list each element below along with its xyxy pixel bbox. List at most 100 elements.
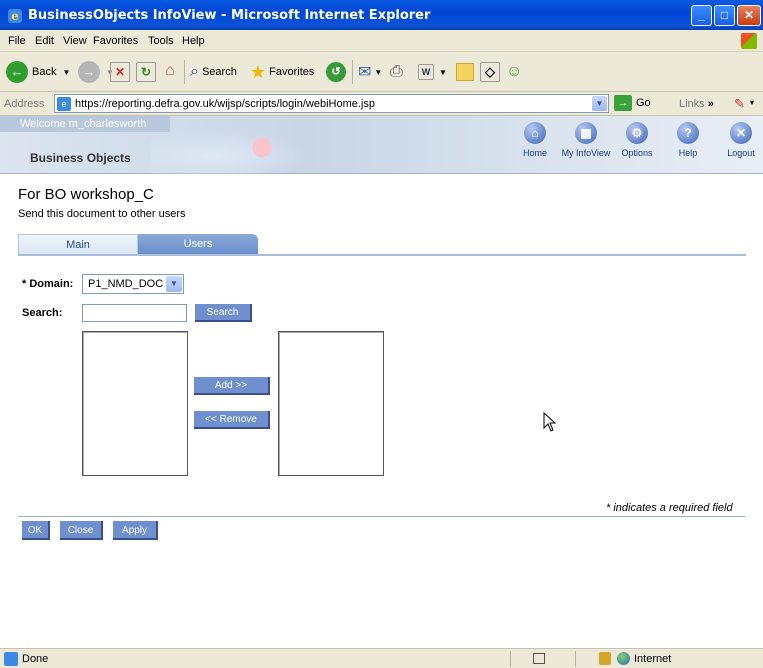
messenger-button[interactable]: ☺ [506, 60, 522, 84]
address-bar: Address e https://reporting.defra.gov.uk… [0, 92, 763, 116]
menu-favorites[interactable]: Favorites [93, 35, 138, 47]
status-cell [575, 651, 595, 667]
page-icon [4, 652, 18, 666]
links-toolbar[interactable]: Links » [679, 98, 714, 110]
header-decoration [150, 130, 310, 174]
history-icon: ↺ [326, 62, 346, 82]
add-button[interactable]: Add >> [194, 377, 270, 395]
panel-icon [533, 653, 545, 664]
chevron-down-icon: ▼ [374, 67, 383, 77]
page-subtitle: Send this document to other users [18, 208, 186, 220]
infoview-icon: ▦ [575, 122, 597, 144]
go-arrow-icon: → [614, 95, 632, 111]
domain-select[interactable]: P1_NMD_DOC ▼ [82, 274, 184, 294]
tab-main[interactable]: Main [18, 234, 138, 254]
remove-button[interactable]: << Remove [194, 411, 270, 429]
print-button[interactable]: ⎙ [390, 60, 403, 84]
divider [18, 516, 746, 517]
address-url: https://reporting.defra.gov.uk/wijsp/scr… [75, 98, 375, 110]
window-title: BusinessObjects InfoView - Microsoft Int… [28, 8, 431, 23]
refresh-icon: ↻ [136, 62, 156, 82]
stop-icon: ✕ [110, 62, 130, 82]
chevron-down-icon[interactable]: ▼ [592, 96, 607, 111]
mail-button[interactable]: ✉ ▼ [358, 60, 382, 84]
nav-help[interactable]: ? Help [663, 122, 713, 158]
note-icon [456, 63, 474, 81]
menu-edit[interactable]: Edit [35, 35, 54, 47]
chevron-down-icon: ▼ [62, 67, 71, 77]
bo-header: Welcome m_charlesworth Business Objects … [0, 116, 763, 174]
lock-icon [599, 652, 611, 665]
required-note: * indicates a required field [606, 502, 733, 514]
nav-options[interactable]: ⚙ Options [612, 122, 662, 158]
menu-view[interactable]: View [63, 35, 87, 47]
menu-tools[interactable]: Tools [148, 35, 174, 47]
address-input[interactable]: e https://reporting.defra.gov.uk/wijsp/s… [54, 94, 609, 113]
back-arrow-icon: ← [6, 61, 28, 83]
word-icon: W [418, 64, 434, 80]
tab-bar: Main Users [18, 234, 746, 256]
address-label: Address [4, 98, 45, 110]
stop-button[interactable]: ✕ [110, 60, 130, 84]
globe-icon [617, 652, 630, 665]
favorites-button[interactable]: ★ Favorites [250, 60, 314, 84]
minimize-button[interactable]: _ [691, 5, 712, 26]
selected-users-list[interactable] [278, 331, 384, 476]
back-button[interactable]: ← Back ▼ [6, 60, 70, 84]
chevron-down-icon: ▼ [166, 276, 182, 292]
page-icon: e [57, 97, 71, 111]
menu-bar: File Edit View Favorites Tools Help [0, 30, 763, 52]
edit-button[interactable]: W ▼ [418, 60, 447, 84]
tab-users[interactable]: Users [138, 234, 258, 254]
windows-logo-icon [741, 33, 757, 49]
ok-button[interactable]: OK [22, 521, 50, 540]
status-text: Done [22, 653, 49, 665]
forward-button[interactable]: → ▼ [78, 60, 114, 84]
history-button[interactable]: ↺ [326, 60, 346, 84]
toolbar-divider [184, 60, 185, 84]
mail-icon: ✉ [358, 64, 372, 81]
search-input[interactable] [82, 304, 187, 322]
apply-button[interactable]: Apply [113, 521, 158, 540]
printer-icon: ⎙ [390, 63, 403, 80]
help-icon: ? [677, 122, 699, 144]
chevron-down-icon: ▼ [439, 67, 447, 77]
toolbar-extra-icon[interactable]: ✎ [734, 96, 745, 112]
search-button[interactable]: ⌕ Search [190, 60, 237, 84]
refresh-button[interactable]: ↻ [136, 60, 156, 84]
menu-file[interactable]: File [8, 35, 26, 47]
available-users-list[interactable] [82, 331, 188, 476]
forward-arrow-icon: → [78, 61, 100, 83]
star-icon: ★ [250, 61, 267, 82]
go-button[interactable]: → Go [614, 95, 651, 111]
options-icon: ⚙ [626, 122, 648, 144]
business-objects-logo: Business Objects [30, 151, 131, 165]
title-bar: e BusinessObjects InfoView - Microsoft I… [0, 0, 763, 30]
close-button[interactable]: Close [60, 521, 103, 540]
domain-label: * Domain: [22, 278, 74, 290]
messenger-icon: ☺ [506, 63, 523, 80]
menu-help[interactable]: Help [182, 35, 205, 47]
chevron-down-icon[interactable]: ▾ [750, 98, 754, 107]
close-window-button[interactable]: ✕ [737, 5, 761, 26]
toolbar: ← Back ▼ → ▼ ✕ ↻ ⌂ ⌕ Search ★ Favorites … [0, 52, 763, 92]
zone-text: Internet [634, 653, 672, 665]
page-title: For BO workshop_C [18, 186, 154, 203]
nav-my-infoview[interactable]: ▦ My InfoView [561, 122, 611, 158]
user-search-button[interactable]: Search [195, 304, 252, 322]
browser-window: e BusinessObjects InfoView - Microsoft I… [0, 0, 763, 668]
maximize-button[interactable]: □ [714, 5, 735, 26]
research-icon: ◇ [480, 62, 500, 82]
search-label: Search: [22, 307, 63, 319]
search-icon: ⌕ [190, 63, 199, 80]
research-button[interactable]: ◇ [480, 60, 500, 84]
home-icon: ⌂ [165, 62, 175, 79]
domain-value: P1_NMD_DOC [88, 278, 164, 290]
mouse-cursor-icon [543, 412, 557, 432]
nav-home[interactable]: ⌂ Home [510, 122, 560, 158]
home-button[interactable]: ⌂ [160, 60, 180, 84]
status-bar: Done Internet [0, 648, 763, 668]
nav-logout[interactable]: ✕ Logout [716, 122, 763, 158]
discuss-button[interactable] [456, 60, 474, 84]
page-content: Welcome m_charlesworth Business Objects … [0, 116, 763, 648]
